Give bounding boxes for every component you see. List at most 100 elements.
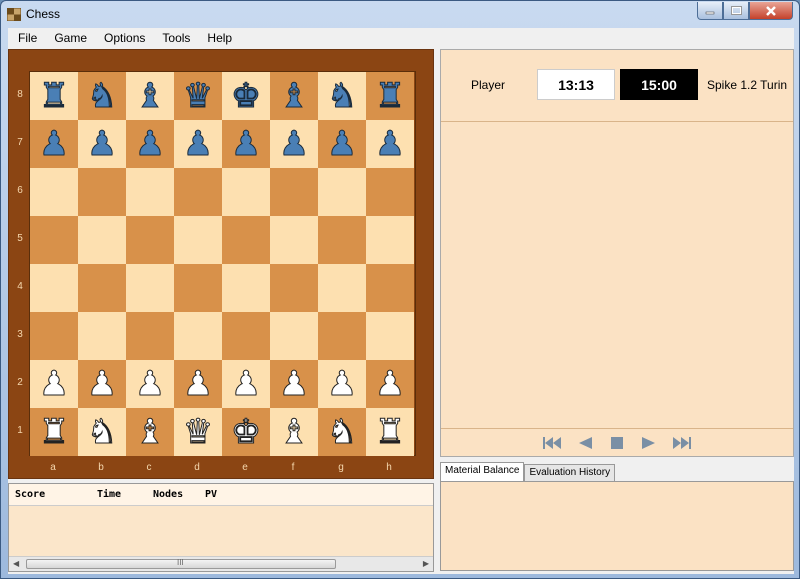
maximize-button[interactable] <box>723 2 749 20</box>
scrollbar-thumb[interactable]: III <box>26 558 336 569</box>
menu-file[interactable]: File <box>8 28 44 49</box>
square-b6[interactable] <box>78 168 126 216</box>
square-a7[interactable]: ♟ <box>30 120 78 168</box>
square-h7[interactable]: ♟ <box>366 120 414 168</box>
black-king-icon[interactable]: ♚ <box>230 76 262 117</box>
square-d7[interactable]: ♟ <box>174 120 222 168</box>
square-b2[interactable]: ♟ <box>78 360 126 408</box>
square-b4[interactable] <box>78 264 126 312</box>
square-a5[interactable] <box>30 216 78 264</box>
black-knight-icon[interactable]: ♞ <box>326 76 358 117</box>
menu-game[interactable]: Game <box>44 28 94 49</box>
square-a6[interactable] <box>30 168 78 216</box>
square-c8[interactable]: ♝ <box>126 72 174 120</box>
white-queen-icon[interactable]: ♛ <box>182 412 214 453</box>
square-f2[interactable]: ♟ <box>270 360 318 408</box>
menu-tools[interactable]: Tools <box>152 28 197 49</box>
square-h2[interactable]: ♟ <box>366 360 414 408</box>
tab-material-balance[interactable]: Material Balance <box>440 462 525 482</box>
square-g7[interactable]: ♟ <box>318 120 366 168</box>
black-pawn-icon[interactable]: ♟ <box>326 124 358 165</box>
square-a2[interactable]: ♟ <box>30 360 78 408</box>
white-pawn-icon[interactable]: ♟ <box>182 364 214 405</box>
white-pawn-icon[interactable]: ♟ <box>278 364 310 405</box>
square-f5[interactable] <box>270 216 318 264</box>
white-pawn-icon[interactable]: ♟ <box>326 364 358 405</box>
white-bishop-icon[interactable]: ♝ <box>278 412 310 453</box>
square-e6[interactable] <box>222 168 270 216</box>
white-knight-icon[interactable]: ♞ <box>86 412 118 453</box>
square-a4[interactable] <box>30 264 78 312</box>
black-pawn-icon[interactable]: ♟ <box>86 124 118 165</box>
black-knight-icon[interactable]: ♞ <box>86 76 118 117</box>
white-rook-icon[interactable]: ♜ <box>38 412 70 453</box>
square-c4[interactable] <box>126 264 174 312</box>
black-bishop-icon[interactable]: ♝ <box>134 76 166 117</box>
square-b7[interactable]: ♟ <box>78 120 126 168</box>
white-pawn-icon[interactable]: ♟ <box>38 364 70 405</box>
white-pawn-icon[interactable]: ♟ <box>230 364 262 405</box>
square-c3[interactable] <box>126 312 174 360</box>
square-d2[interactable]: ♟ <box>174 360 222 408</box>
square-b1[interactable]: ♞ <box>78 408 126 456</box>
square-c5[interactable] <box>126 216 174 264</box>
menu-options[interactable]: Options <box>94 28 152 49</box>
square-f4[interactable] <box>270 264 318 312</box>
square-h8[interactable]: ♜ <box>366 72 414 120</box>
square-g6[interactable] <box>318 168 366 216</box>
next-move-button[interactable] <box>636 434 662 452</box>
square-h5[interactable] <box>366 216 414 264</box>
black-pawn-icon[interactable]: ♟ <box>182 124 214 165</box>
square-h3[interactable] <box>366 312 414 360</box>
square-c1[interactable]: ♝ <box>126 408 174 456</box>
square-d8[interactable]: ♛ <box>174 72 222 120</box>
black-bishop-icon[interactable]: ♝ <box>278 76 310 117</box>
minimize-button[interactable] <box>697 2 723 20</box>
square-f8[interactable]: ♝ <box>270 72 318 120</box>
square-e2[interactable]: ♟ <box>222 360 270 408</box>
black-rook-icon[interactable]: ♜ <box>374 76 406 117</box>
square-f3[interactable] <box>270 312 318 360</box>
square-h4[interactable] <box>366 264 414 312</box>
black-rook-icon[interactable]: ♜ <box>38 76 70 117</box>
square-d3[interactable] <box>174 312 222 360</box>
square-e7[interactable]: ♟ <box>222 120 270 168</box>
square-e4[interactable] <box>222 264 270 312</box>
black-pawn-icon[interactable]: ♟ <box>134 124 166 165</box>
scroll-right-arrow-icon[interactable]: ▶ <box>423 559 429 568</box>
column-pv[interactable]: PV <box>205 489 217 500</box>
scroll-left-arrow-icon[interactable]: ◀ <box>13 559 19 568</box>
column-time[interactable]: Time <box>97 489 121 500</box>
square-e3[interactable] <box>222 312 270 360</box>
square-c6[interactable] <box>126 168 174 216</box>
white-bishop-icon[interactable]: ♝ <box>134 412 166 453</box>
horizontal-scrollbar[interactable]: ◀ III ▶ <box>9 556 433 571</box>
black-pawn-icon[interactable]: ♟ <box>38 124 70 165</box>
square-h1[interactable]: ♜ <box>366 408 414 456</box>
square-d6[interactable] <box>174 168 222 216</box>
square-g1[interactable]: ♞ <box>318 408 366 456</box>
last-move-button[interactable] <box>668 434 694 452</box>
stop-button[interactable] <box>604 434 630 452</box>
square-f1[interactable]: ♝ <box>270 408 318 456</box>
close-button[interactable] <box>749 2 793 20</box>
column-score[interactable]: Score <box>15 489 45 500</box>
square-g4[interactable] <box>318 264 366 312</box>
black-pawn-icon[interactable]: ♟ <box>278 124 310 165</box>
square-a1[interactable]: ♜ <box>30 408 78 456</box>
white-knight-icon[interactable]: ♞ <box>326 412 358 453</box>
black-queen-icon[interactable]: ♛ <box>182 76 214 117</box>
square-e8[interactable]: ♚ <box>222 72 270 120</box>
white-pawn-icon[interactable]: ♟ <box>86 364 118 405</box>
move-list[interactable] <box>441 121 793 429</box>
square-d4[interactable] <box>174 264 222 312</box>
previous-move-button[interactable] <box>572 434 598 452</box>
square-f6[interactable] <box>270 168 318 216</box>
square-e5[interactable] <box>222 216 270 264</box>
title-bar[interactable]: Chess <box>1 1 799 28</box>
white-pawn-icon[interactable]: ♟ <box>134 364 166 405</box>
square-b5[interactable] <box>78 216 126 264</box>
square-f7[interactable]: ♟ <box>270 120 318 168</box>
chess-board[interactable]: ♜ ♞ ♝ ♛ ♚ ♝ ♞ ♜ ♟ ♟ ♟ ♟ ♟ ♟ ♟ ♟ ♟ ♟ ♟ ♟ ♟ ♟ ♟ ♟ ♜ ♞ ♝ ♛ ♚ ♝ ♞ ♜ <box>29 71 416 456</box>
square-g2[interactable]: ♟ <box>318 360 366 408</box>
